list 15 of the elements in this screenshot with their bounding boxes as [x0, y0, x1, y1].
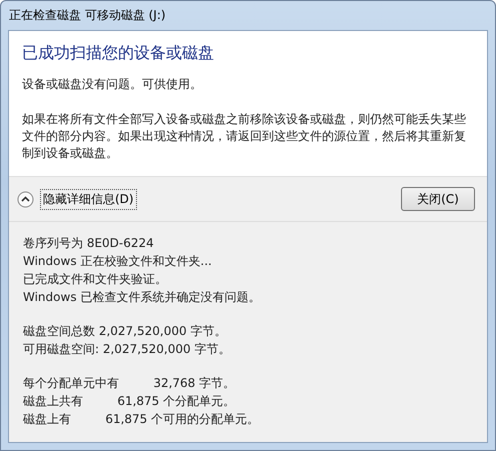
result-heading: 已成功扫描您的设备或磁盘: [22, 43, 215, 64]
status-text: 设备或磁盘没有问题。可供使用。: [22, 76, 203, 93]
window-title: 正在检查磁盘 可移动磁盘 (J:): [8, 7, 167, 24]
log-line: 磁盘空间总数 2,027,520,000 字节。: [23, 323, 228, 340]
log-line: Windows 已检查文件系统并确定没有问题。: [23, 289, 262, 306]
warning-text: 如果在将所有文件全部写入设备或磁盘之前移除该设备或磁盘，则仍然可能丢失某些文件的部分内容。如果出现这种情况，请返回到这些文件的源位置，然后将其重新复制到设备或磁盘。: [22, 111, 467, 162]
close-button[interactable]: 关闭(C): [401, 187, 475, 211]
log-line: 卷序列号为 8E0D-6224: [23, 235, 155, 252]
log-line: 可用磁盘空间: 2,027,520,000 字节。: [23, 341, 232, 358]
log-line: 磁盘上共有 61,875 个分配单元。: [23, 393, 236, 410]
log-line: 已完成文件和文件夹验证。: [23, 271, 168, 288]
log-line: 磁盘上有 61,875 个可用的分配单元。: [23, 411, 260, 428]
log-line: 每个分配单元中有 32,768 字节。: [23, 375, 236, 392]
chevron-icon: [17, 190, 34, 208]
log-line: Windows 正在校验文件和文件夹...: [23, 253, 213, 270]
